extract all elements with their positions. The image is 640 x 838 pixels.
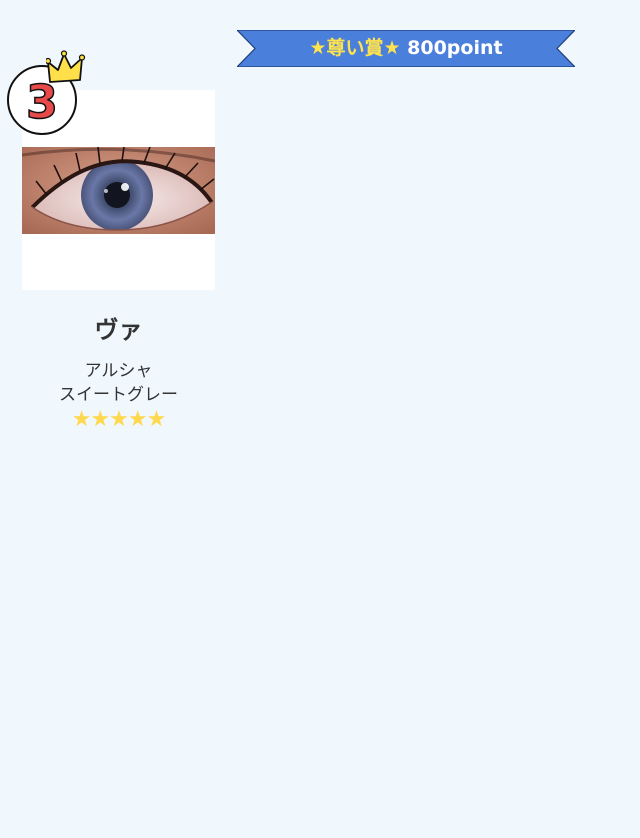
product-name: スイートグレー (59, 385, 178, 405)
award-banner: ★尊い賞★ 800point (237, 30, 575, 67)
rating-stars: ★★★★★ (71, 407, 167, 432)
reviewer-name: ヴァ (94, 316, 143, 344)
award-banner-text: ★尊い賞★ 800point (237, 30, 575, 67)
product-brand: アルシャ (84, 361, 153, 381)
eye-photo (22, 147, 215, 234)
crown-icon (46, 50, 86, 83)
points-label: 800point (407, 37, 503, 59)
award-label: ★尊い賞★ (309, 37, 401, 59)
